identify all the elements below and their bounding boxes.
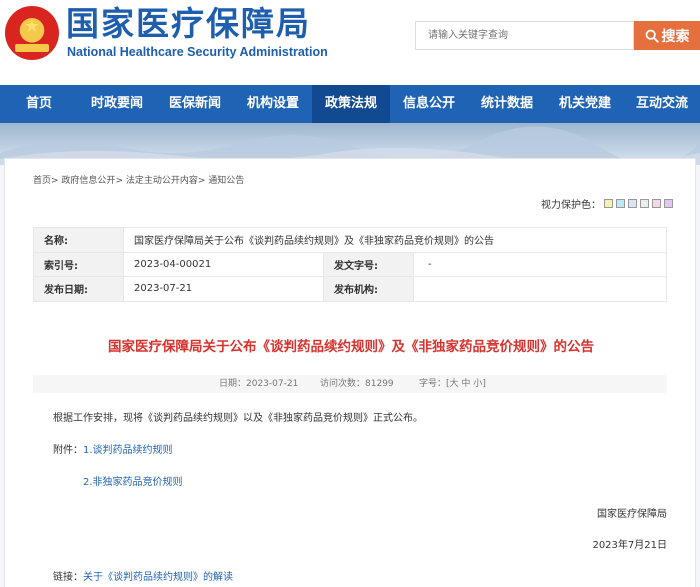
meta-index-value: 2023-04-00021: [123, 251, 324, 277]
eye-care-colors: 视力保护色：: [541, 196, 673, 211]
meta-doc-no-label: 发文字号:: [323, 251, 414, 277]
font-size-small[interactable]: 小: [473, 379, 482, 389]
nav-item-disclosure[interactable]: 信息公开: [390, 85, 468, 123]
visit-count: 访问次数：81299: [320, 375, 394, 393]
article-date: 日期：2023-07-21: [219, 379, 299, 389]
search-button[interactable]: 搜索: [634, 21, 700, 50]
font-size-medium[interactable]: 中: [461, 379, 470, 389]
meta-name-label: 名称:: [33, 227, 124, 253]
document-meta-table: 名称: 国家医疗保障局关于公布《谈判药品续约规则》及《非独家药品竞价规则》的公告…: [33, 227, 667, 302]
attachment-link-2[interactable]: 2.非独家药品竞价规则: [83, 473, 183, 488]
national-emblem-icon: ★: [5, 6, 59, 60]
meta-date-value: 2023-07-21: [123, 276, 324, 302]
nav-item-home[interactable]: 首页: [0, 85, 78, 123]
breadcrumb-notices[interactable]: 通知公告: [208, 176, 244, 186]
font-size-switcher: 字号：[大 中 小]: [419, 375, 486, 393]
article-title: 国家医疗保障局关于公布《谈判药品续约规则》及《非独家药品竞价规则》的公告: [108, 339, 594, 355]
eye-care-swatch-gray[interactable]: [640, 199, 649, 208]
nav-item-party-building[interactable]: 机关党建: [546, 85, 624, 123]
eye-care-swatch-cyan[interactable]: [616, 199, 625, 208]
meta-date-label: 发布日期:: [33, 276, 124, 302]
breadcrumb: 首页> 政府信息公开> 法定主动公开内容> 通知公告: [33, 176, 245, 186]
related-links: 链接：关于《谈判药品续约规则》的解读: [53, 568, 233, 583]
attachments: 附件：1.谈判药品续约规则: [53, 441, 173, 456]
breadcrumb-legal-content[interactable]: 法定主动公开内容: [126, 176, 198, 186]
font-size-large[interactable]: 大: [450, 379, 459, 389]
eye-care-swatch-purple[interactable]: [664, 199, 673, 208]
article-signature: 国家医疗保障局: [597, 509, 667, 520]
search-input[interactable]: [415, 21, 634, 50]
font-size-end: ]: [482, 379, 486, 389]
eye-care-label: 视力保护色：: [541, 200, 601, 211]
site-title-cn[interactable]: 国家医疗保障局: [66, 4, 311, 44]
main-nav: 首页 时政要闻 医保新闻 机构设置 政策法规 信息公开 统计数据 机关党建 互动…: [0, 85, 700, 123]
attachment-link-1[interactable]: 1.谈判药品续约规则: [83, 445, 173, 456]
site-title-en: National Healthcare Security Administrat…: [67, 45, 328, 59]
breadcrumb-home[interactable]: 首页: [33, 176, 51, 186]
article-info-bar: 日期：2023-07-21 访问次数：81299 字号：[大 中 小]: [33, 375, 667, 393]
content-panel: 首页> 政府信息公开> 法定主动公开内容> 通知公告 视力保护色： 名称: 国家…: [4, 158, 696, 587]
table-row: 发布日期: 2023-07-21 发布机构:: [33, 276, 667, 302]
eye-care-swatch-yellow[interactable]: [604, 199, 613, 208]
eye-care-swatch-pink[interactable]: [652, 199, 661, 208]
search-button-label: 搜索: [661, 28, 690, 45]
related-link-interpretation[interactable]: 关于《谈判药品续约规则》的解读: [83, 572, 233, 583]
nav-item-organization[interactable]: 机构设置: [234, 85, 312, 123]
nav-item-statistics[interactable]: 统计数据: [468, 85, 546, 123]
meta-doc-no-value: -: [413, 251, 667, 277]
font-size-label: 字号：[: [419, 379, 450, 389]
nav-item-insurance-news[interactable]: 医保新闻: [156, 85, 234, 123]
site-header: ★ 国家医疗保障局 National Healthcare Security A…: [0, 0, 700, 85]
meta-org-value: [413, 276, 667, 302]
eye-care-swatch-blue[interactable]: [628, 199, 637, 208]
visit-count-label: 访问次数：: [320, 379, 366, 389]
meta-name-value: 国家医疗保障局关于公布《谈判药品续约规则》及《非独家药品竞价规则》的公告: [123, 227, 667, 253]
article-sign-date: 2023年7月21日: [592, 540, 667, 551]
meta-index-label: 索引号:: [33, 251, 124, 277]
breadcrumb-gov-info[interactable]: 政府信息公开: [61, 176, 115, 186]
attachment-label: 附件：: [53, 445, 83, 456]
visit-count-value: 81299: [365, 379, 394, 389]
meta-org-label: 发布机构:: [323, 276, 414, 302]
related-label: 链接：: [53, 572, 83, 583]
nav-item-current-affairs[interactable]: 时政要闻: [78, 85, 156, 123]
table-row: 名称: 国家医疗保障局关于公布《谈判药品续约规则》及《非独家药品竞价规则》的公告: [33, 227, 667, 253]
nav-item-interaction[interactable]: 互动交流: [624, 85, 700, 123]
article-body: 根据工作安排，现将《谈判药品续约规则》以及《非独家药品竞价规则》正式公布。: [53, 413, 423, 424]
nav-item-policies[interactable]: 政策法规: [312, 85, 390, 123]
search-icon: [645, 29, 659, 43]
table-row: 索引号: 2023-04-00021 发文字号: -: [33, 251, 667, 277]
